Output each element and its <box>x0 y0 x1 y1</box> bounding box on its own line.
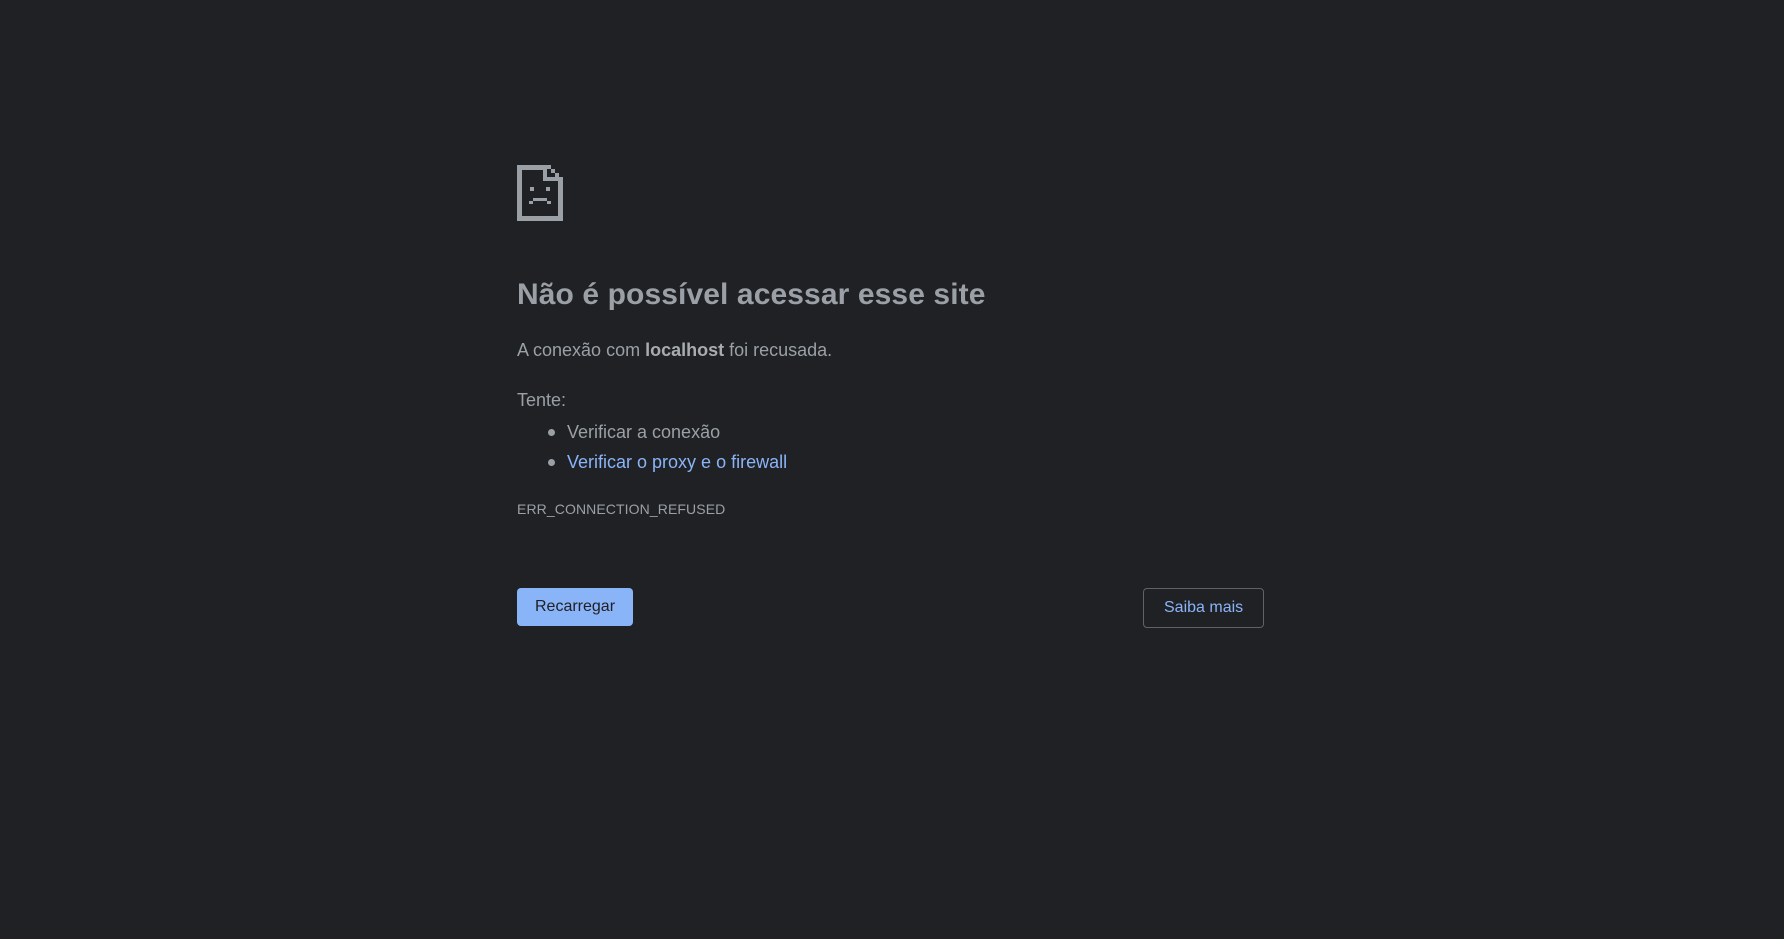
error-content: Não é possível acessar esse site A conex… <box>517 165 1267 628</box>
proxy-firewall-link[interactable]: Verificar o proxy e o firewall <box>567 452 787 472</box>
suggestion-label: Verificar a conexão <box>567 422 721 442</box>
suggestions-list: Verificar a conexão Verificar o proxy e … <box>517 417 787 477</box>
description-suffix: foi recusada. <box>724 340 833 360</box>
error-code: ERR_CONNECTION_REFUSED <box>517 501 726 517</box>
description-prefix: A conexão com <box>517 340 646 360</box>
reload-button[interactable]: Recarregar <box>517 588 634 626</box>
suggestion-check-proxy-firewall: Verificar o proxy e o firewall <box>547 447 787 477</box>
error-title: Não é possível acessar esse site <box>517 278 986 311</box>
learn-more-button[interactable]: Saiba mais <box>1143 588 1265 628</box>
sad-document-icon <box>517 165 563 221</box>
try-label: Tente: <box>517 390 567 410</box>
host-name: localhost <box>645 340 725 360</box>
error-page: Não é possível acessar esse site A conex… <box>0 0 1784 939</box>
error-description: A conexão com localhost foi recusada. <box>517 340 832 361</box>
suggestion-check-connection: Verificar a conexão <box>547 417 787 447</box>
